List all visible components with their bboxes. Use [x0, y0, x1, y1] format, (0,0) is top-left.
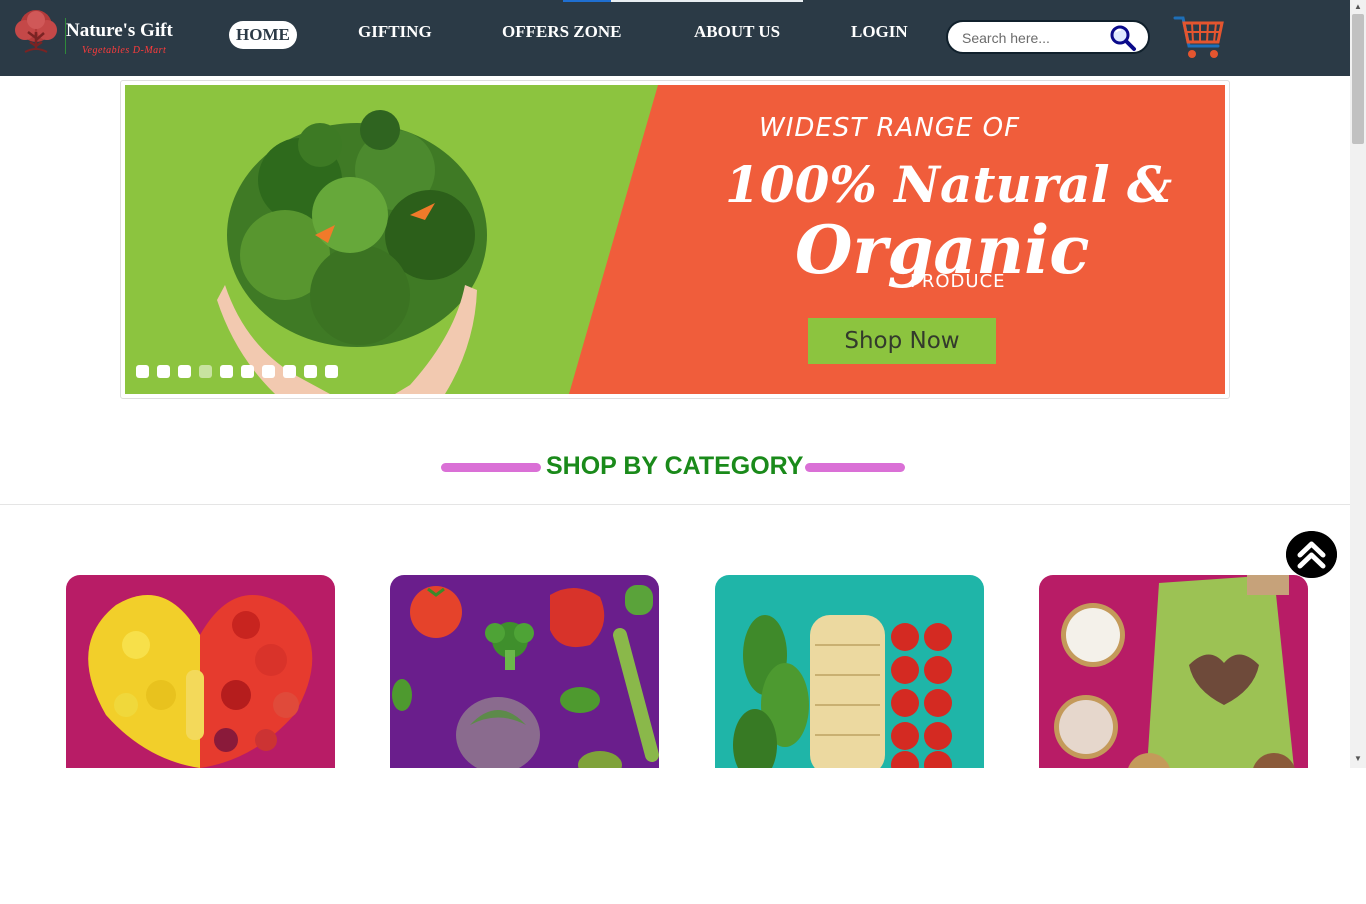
category-card-pasta[interactable]	[715, 575, 984, 768]
category-card-fruits[interactable]	[66, 575, 335, 768]
carousel-dot[interactable]	[157, 365, 170, 378]
category-card-vegetables[interactable]	[390, 575, 659, 768]
double-chevron-up-icon[interactable]	[1286, 531, 1337, 578]
nav-home[interactable]: HOME	[229, 21, 297, 49]
fruits-heart-image	[66, 575, 335, 768]
magnifier-icon[interactable]	[1108, 23, 1138, 53]
carousel-dot[interactable]	[283, 365, 296, 378]
header-bar: Nature's Gift Vegetables D-Mart HOME GIF…	[0, 0, 1350, 76]
brand-tagline: Vegetables D-Mart	[82, 45, 167, 56]
section-divider	[0, 504, 1350, 505]
carousel-dot-active[interactable]	[199, 365, 212, 378]
page: Nature's Gift Vegetables D-Mart HOME GIF…	[0, 0, 1366, 904]
search-box	[946, 20, 1150, 54]
grocery-pack-image	[1039, 575, 1308, 768]
title-decor-right	[805, 463, 905, 472]
brand-name: Nature's Gift	[66, 20, 173, 41]
search-input[interactable]	[962, 28, 1102, 48]
hero-banner[interactable]: WIDEST RANGE OF 100% Natural & Organic P…	[125, 85, 1225, 394]
scroll-thumb[interactable]	[1352, 14, 1364, 144]
carousel-dot[interactable]	[325, 365, 338, 378]
carousel-dots	[136, 365, 338, 378]
title-decor-left	[441, 463, 541, 472]
banner-headline-main: 100% Natural &	[725, 155, 1173, 214]
banner-headline-small: WIDEST RANGE OF	[759, 113, 1021, 143]
nav-offers-zone[interactable]: OFFERS ZONE	[502, 22, 622, 42]
page-scrollbar[interactable]: ▲ ▼	[1350, 0, 1366, 768]
carousel-dot[interactable]	[304, 365, 317, 378]
carousel-dot[interactable]	[220, 365, 233, 378]
nav-gifting[interactable]: GIFTING	[358, 22, 432, 42]
scroll-down-arrow-icon[interactable]: ▼	[1350, 752, 1366, 766]
carousel-dot[interactable]	[262, 365, 275, 378]
top-accent-highlight	[563, 0, 611, 2]
section-heading: SHOP BY CATEGORY	[441, 450, 905, 484]
vegetables-image	[390, 575, 659, 768]
nav-login[interactable]: LOGIN	[851, 22, 908, 42]
tree-icon	[15, 10, 57, 53]
section-title: SHOP BY CATEGORY	[546, 452, 804, 480]
shop-now-button[interactable]: Shop Now	[808, 318, 996, 364]
carousel-dot[interactable]	[178, 365, 191, 378]
shopping-cart-icon[interactable]	[1172, 12, 1226, 64]
banner-headline-produce: PRODUCE	[910, 271, 1006, 292]
carousel-dot[interactable]	[136, 365, 149, 378]
category-card-grocery[interactable]	[1039, 575, 1308, 768]
pasta-tomato-image	[715, 575, 984, 768]
brand-logo[interactable]: Nature's Gift Vegetables D-Mart	[11, 8, 201, 62]
carousel-dot[interactable]	[241, 365, 254, 378]
nav-about-us[interactable]: ABOUT US	[694, 22, 780, 42]
scroll-up-arrow-icon[interactable]: ▲	[1350, 0, 1366, 14]
